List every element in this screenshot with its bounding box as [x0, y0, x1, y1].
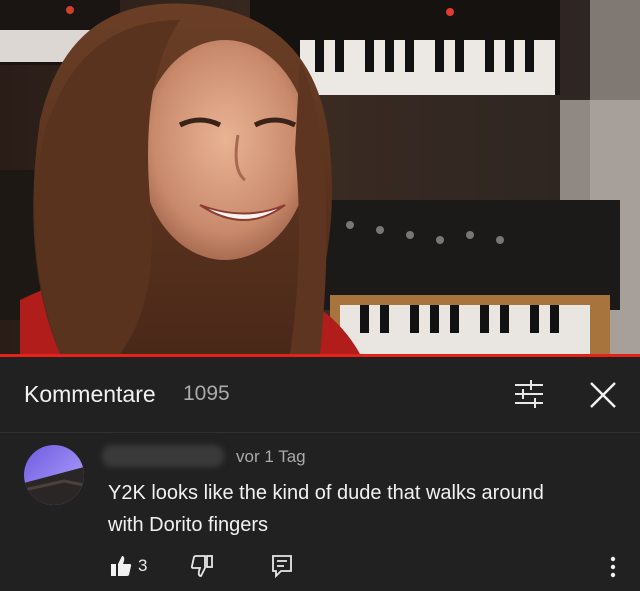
comments-header: Kommentare 1095 [0, 357, 640, 433]
sort-filter-icon[interactable] [513, 379, 545, 414]
video-player[interactable] [0, 0, 640, 354]
close-icon[interactable] [589, 381, 617, 414]
comments-panel: Kommentare 1095 vor 1 Tag Y2K looks like… [0, 357, 640, 591]
author-name-redacted [102, 445, 224, 467]
comment-text-line-1: Y2K looks like the kind of dude that wal… [108, 482, 544, 504]
video-frame-image [0, 0, 640, 354]
reply-icon[interactable] [271, 554, 293, 583]
more-vertical-icon[interactable] [610, 556, 616, 583]
like-count: 3 [138, 556, 148, 575]
comment-item: vor 1 Tag Y2K looks like the kind of dud… [0, 433, 640, 591]
comments-title: Kommentare [24, 381, 156, 407]
avatar[interactable] [24, 445, 84, 505]
comment-text: Y2K looks like the kind of dude that wal… [108, 477, 608, 541]
thumbs-down-icon[interactable] [190, 555, 213, 582]
comments-count: 1095 [183, 382, 230, 405]
comment-timestamp: vor 1 Tag [236, 447, 306, 466]
comment-text-line-2: with Dorito fingers [108, 514, 269, 536]
thumbs-up-icon[interactable] [110, 555, 132, 582]
